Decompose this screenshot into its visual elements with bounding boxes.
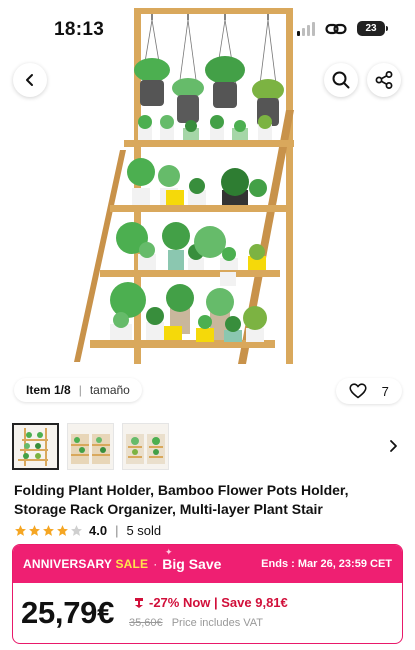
status-bar: 18:13 23 [0, 0, 415, 58]
status-time: 18:13 [54, 19, 105, 40]
divider: | [115, 523, 119, 538]
search-button[interactable] [324, 63, 358, 97]
star-icon [15, 525, 26, 536]
like-button[interactable]: 7 [336, 378, 402, 404]
image-counter: Item 1/8 [26, 383, 71, 397]
chevron-right-icon[interactable] [386, 436, 402, 456]
search-icon [332, 71, 350, 89]
thumbnail-strip [12, 423, 169, 470]
vat-note: Price includes VAT [171, 617, 264, 629]
original-price: 35,60€ [129, 617, 163, 629]
battery-level: 23 [365, 23, 377, 34]
thumbnail-3[interactable] [122, 423, 169, 470]
variant-label: tamaño [89, 383, 130, 397]
status-icons: 23 [297, 21, 388, 36]
promo-banner: ANNIVERSARY SALE · Big Save ✦ Ends : Mar… [13, 545, 402, 583]
share-icon [375, 71, 393, 89]
star-icon [43, 525, 54, 536]
big-save-label: Big Save [162, 556, 222, 572]
rating-score: 4.0 [89, 523, 108, 538]
separator-dot: · [153, 557, 158, 571]
price-section: 25,79€ -27% Now | Save 9,81€ 35,60€ Pric… [13, 583, 402, 643]
price-down-arrow-icon [135, 597, 143, 608]
sale-text: SALE [115, 557, 149, 571]
star-empty-icon [71, 525, 82, 536]
rating-row[interactable]: 4.0 | 5 sold [14, 523, 161, 538]
discount-text: -27% Now | Save 9,81€ [149, 595, 288, 610]
anniversary-text: ANNIVERSARY [23, 557, 112, 571]
original-price-row: 35,60€ Price includes VAT [129, 617, 263, 629]
divider: | [78, 383, 82, 397]
anniversary-sale-label: ANNIVERSARY SALE [23, 557, 148, 571]
heart-icon [349, 383, 367, 399]
chevron-left-icon [26, 74, 33, 86]
thumbnail-image [126, 434, 165, 464]
thumbnail-1[interactable] [12, 423, 59, 470]
star-icon [57, 525, 68, 536]
star-rating [14, 524, 83, 537]
product-title: Folding Plant Holder, Bamboo Flower Pots… [14, 482, 349, 517]
confetti-icon: ✦ [165, 547, 173, 557]
back-button[interactable] [13, 63, 47, 97]
promo-card[interactable]: ANNIVERSARY SALE · Big Save ✦ Ends : Mar… [12, 544, 403, 644]
sold-count: 5 sold [126, 523, 162, 538]
like-count: 7 [381, 383, 389, 399]
battery-icon: 23 [357, 21, 388, 36]
discount-info: -27% Now | Save 9,81€ [133, 595, 288, 610]
link-icon [325, 23, 347, 34]
star-icon [29, 525, 40, 536]
image-position-pill[interactable]: Item 1/8 | tamaño [14, 378, 142, 402]
product-image-gallery[interactable]: 18:13 23 Item 1/8 | tamaño 7 [0, 0, 415, 415]
thumbnail-2[interactable] [67, 423, 114, 470]
thumbnail-image [71, 434, 110, 464]
cellular-signal-icon [297, 21, 315, 36]
current-price: 25,79€ [21, 595, 115, 630]
share-button[interactable] [367, 63, 401, 97]
promo-end-time: Ends : Mar 26, 23:59 CET [261, 558, 392, 570]
thumbnail-image [18, 428, 48, 466]
